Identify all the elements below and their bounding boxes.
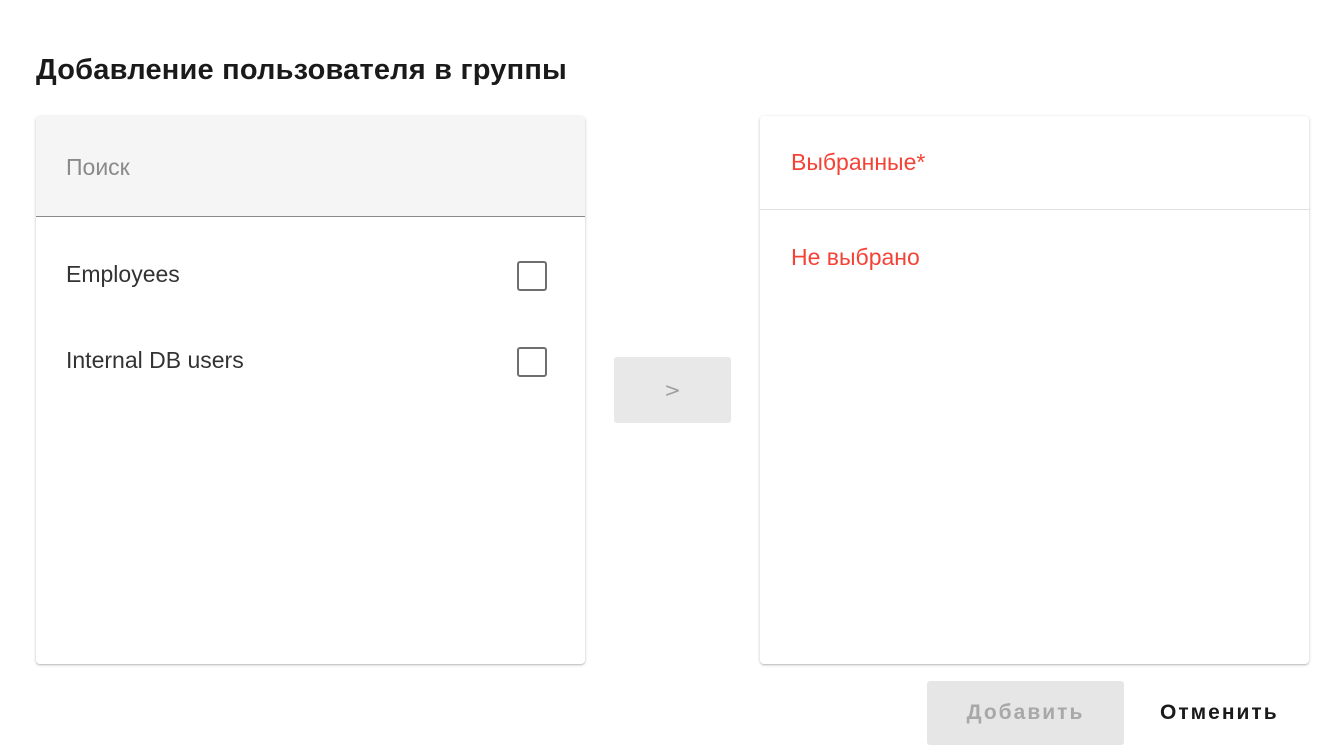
dialog-title: Добавление пользователя в группы xyxy=(36,54,568,86)
group-label: Employees xyxy=(66,261,180,287)
list-item-employees[interactable]: Employees xyxy=(36,233,585,319)
group-checkbox[interactable] xyxy=(517,347,547,377)
selected-groups-panel: Выбранные* Не выбрано xyxy=(760,116,1309,664)
cancel-button[interactable]: Отменить xyxy=(1160,681,1320,745)
group-checkbox[interactable] xyxy=(517,261,547,291)
chevron-right-icon: > xyxy=(664,378,681,402)
group-list: Employees Internal DB users xyxy=(36,233,585,405)
add-user-to-groups-dialog: Добавление пользователя в группы Employe… xyxy=(0,0,1327,753)
list-item-internal-db-users[interactable]: Internal DB users xyxy=(36,319,585,405)
selected-title: Выбранные* xyxy=(791,149,926,175)
selected-header: Выбранные* xyxy=(760,116,1309,210)
group-label: Internal DB users xyxy=(66,347,244,373)
search-field xyxy=(36,116,585,217)
available-groups-panel: Employees Internal DB users xyxy=(36,116,585,664)
add-button[interactable]: Добавить xyxy=(927,681,1124,745)
empty-selection-message: Не выбрано xyxy=(791,244,920,270)
search-input[interactable] xyxy=(66,150,546,184)
move-right-button[interactable]: > xyxy=(614,357,731,423)
